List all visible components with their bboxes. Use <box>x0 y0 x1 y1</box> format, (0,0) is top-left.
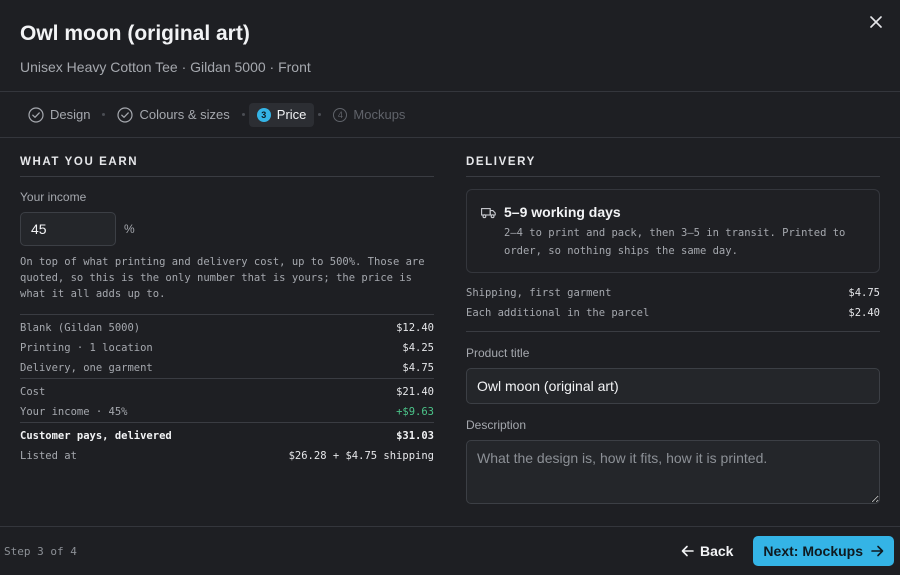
step-label: Mockups <box>353 107 406 122</box>
cost-row-blank: Blank (Gildan 5000) $12.40 <box>20 322 434 334</box>
customer-pays-row: Customer pays, delivered $31.03 <box>20 430 434 442</box>
step-number-badge: 4 <box>333 107 348 122</box>
step-separator <box>102 113 106 116</box>
income-row: Your income · 45% +$9.63 <box>20 406 434 418</box>
step-count: Step 3 of 4 <box>4 544 77 558</box>
truck-icon <box>481 207 496 218</box>
close-icon <box>870 16 882 28</box>
income-input[interactable] <box>20 212 116 246</box>
income-unit: % <box>124 222 135 236</box>
next-label: Next: Mockups <box>763 543 863 559</box>
step-label: Colours & sizes <box>139 107 230 122</box>
step-price[interactable]: 3 Price <box>248 102 315 127</box>
check-circle-icon <box>28 106 44 123</box>
cost-row-printing: Printing · 1 location $4.25 <box>20 342 434 354</box>
product-title-input[interactable] <box>466 368 880 404</box>
description-textarea[interactable] <box>466 440 880 504</box>
delivery-panel: DELIVERY 5–9 working days 2–4 to print a… <box>466 156 880 509</box>
check-circle-icon <box>117 106 134 123</box>
cost-row-total: Cost $21.40 <box>20 386 434 398</box>
delivery-estimate-card: 5–9 working days 2–4 to print and pack, … <box>466 189 880 273</box>
step-colours-sizes[interactable]: Colours & sizes <box>109 103 237 127</box>
product-title-label: Product title <box>466 346 530 360</box>
step-separator <box>318 113 322 116</box>
cost-row-delivery: Delivery, one garment $4.75 <box>20 362 434 374</box>
income-label: Your income <box>20 190 87 204</box>
stepper: Design Colours & sizes 3 Price 4 Mockups <box>0 92 900 138</box>
step-separator <box>241 113 245 116</box>
step-label: Design <box>50 107 91 122</box>
back-label: Back <box>699 543 734 559</box>
step-number-badge: 3 <box>256 107 271 122</box>
income-note: On top of what printing and delivery cos… <box>20 256 425 300</box>
listed-at-row: Listed at $26.28 + $4.75 shipping <box>20 450 434 462</box>
dialog-title: Owl moon (original art) <box>20 22 250 45</box>
earn-panel: WHAT YOU EARN Your income % On top of wh… <box>20 156 434 466</box>
step-label: Price <box>276 107 307 122</box>
close-button[interactable] <box>866 12 886 32</box>
delivery-estimate-title: 5–9 working days <box>504 204 621 220</box>
arrow-left-icon <box>681 545 694 557</box>
arrow-right-icon <box>871 545 884 557</box>
step-mockups: 4 Mockups <box>325 103 413 127</box>
earn-section-title: WHAT YOU EARN <box>20 156 434 177</box>
shipping-additional-row: Each additional in the parcel $2.40 <box>466 307 880 319</box>
delivery-estimate-text: 2–4 to print and pack, then 3–5 in trans… <box>504 227 846 257</box>
dialog-header: Owl moon (original art) Unisex Heavy Cot… <box>0 0 900 92</box>
cost-breakdown: Blank (Gildan 5000) $12.40 Printing · 1 l… <box>20 314 434 466</box>
shipping-first-row: Shipping, first garment $4.75 <box>466 287 880 299</box>
step-design[interactable]: Design <box>20 103 98 127</box>
back-button[interactable]: Back <box>681 543 733 559</box>
next-button[interactable]: Next: Mockups <box>753 536 894 566</box>
description-label: Description <box>466 418 527 432</box>
dialog-footer: Step 3 of 4 Back Next: Mockups <box>0 526 900 575</box>
shipping-rates: Shipping, first garment $4.75 Each additi… <box>466 283 880 332</box>
delivery-section-title: DELIVERY <box>466 156 880 177</box>
dialog-subtitle: Unisex Heavy Cotton Tee · Gildan 5000 · … <box>20 59 311 75</box>
